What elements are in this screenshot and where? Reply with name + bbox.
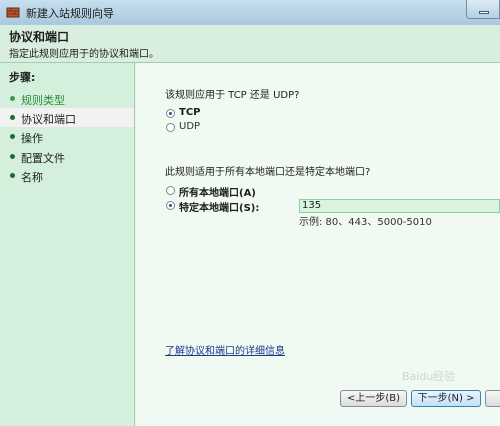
step-label: 名称 <box>21 171 43 184</box>
step-name[interactable]: 名称 <box>0 166 134 185</box>
step-rule-type[interactable]: 规则类型 <box>0 89 134 108</box>
wizard-header: 协议和端口 指定此规则应用于的协议和端口。 <box>0 25 500 63</box>
step-label: 协议和端口 <box>21 113 76 126</box>
next-button[interactable]: 下一步(N) > <box>411 390 481 407</box>
learn-more-link[interactable]: 了解协议和端口的详细信息 <box>165 342 285 357</box>
radio-selected-icon <box>166 109 175 118</box>
step-profile[interactable]: 配置文件 <box>0 147 134 166</box>
step-protocol-ports[interactable]: 协议和端口 <box>0 108 134 127</box>
specific-ports-label: 特定本地端口(S): <box>179 203 260 214</box>
step-bullet-icon <box>10 115 15 120</box>
udp-label: UDP <box>179 121 201 132</box>
page-subtitle: 指定此规则应用于的协议和端口。 <box>9 49 159 60</box>
steps-title: 步骤: <box>9 71 36 84</box>
cancel-button[interactable] <box>485 390 500 407</box>
step-action[interactable]: 操作 <box>0 127 134 146</box>
window-title: 新建入站规则向导 <box>26 7 114 20</box>
minimize-button[interactable] <box>466 0 500 19</box>
step-label: 配置文件 <box>21 152 65 165</box>
radio-unselected-icon <box>166 186 175 195</box>
all-ports-label: 所有本地端口(A) <box>179 188 256 199</box>
step-label: 规则类型 <box>21 94 65 107</box>
watermark: Baidu经验 <box>402 370 456 383</box>
port-input[interactable]: 135 <box>299 199 500 213</box>
firewall-icon <box>6 7 20 18</box>
content-pane: 该规则应用于 TCP 还是 UDP? TCP UDP 此规则适用于所有本地端口还… <box>136 63 500 426</box>
page-title: 协议和端口 <box>9 30 70 44</box>
back-button[interactable]: <上一步(B) <box>340 390 407 407</box>
step-bullet-icon <box>10 154 15 159</box>
tcp-label: TCP <box>179 107 201 118</box>
radio-unselected-icon <box>166 123 175 132</box>
step-bullet-icon <box>10 173 15 178</box>
step-bullet-icon <box>10 96 15 101</box>
steps-pane: 步骤: 规则类型 协议和端口 操作 配置文件 名称 <box>0 63 135 426</box>
ports-question: 此规则适用于所有本地端口还是特定本地端口? <box>165 167 371 178</box>
step-bullet-icon <box>10 134 15 139</box>
radio-selected-icon <box>166 201 175 210</box>
protocol-question: 该规则应用于 TCP 还是 UDP? <box>165 90 300 101</box>
step-label: 操作 <box>21 132 43 145</box>
title-bar: 新建入站规则向导 <box>0 0 500 26</box>
port-example: 示例: 80、443、5000-5010 <box>299 217 432 228</box>
